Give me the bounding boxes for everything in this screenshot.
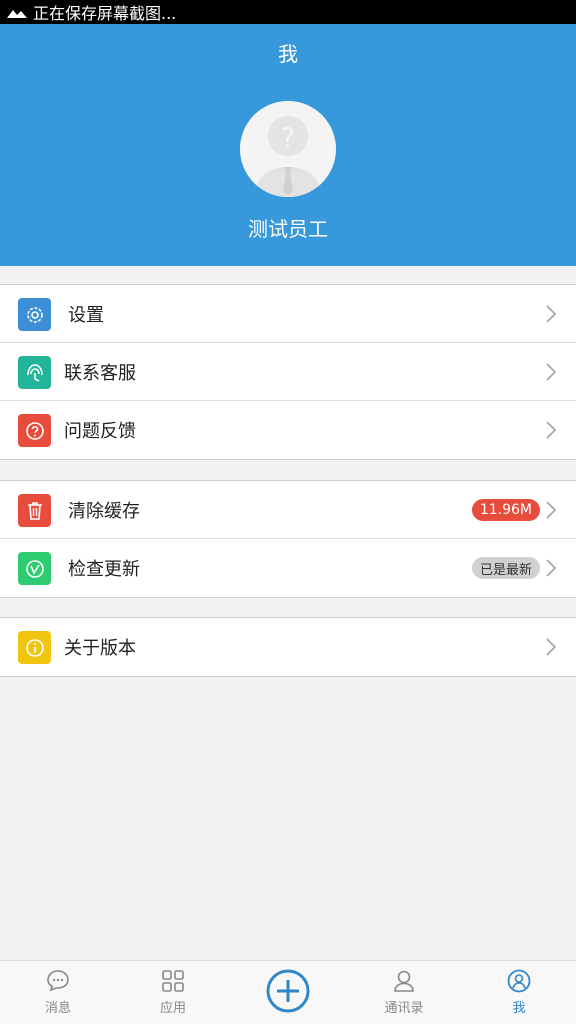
menu-group-1: 设置 联系客服 问题反馈: [0, 284, 576, 460]
tab-apps-label: 应用: [159, 1001, 186, 1016]
feedback-label: 问题反馈: [64, 421, 136, 442]
settings-row[interactable]: 设置: [0, 285, 576, 343]
profile-header: 我 ? 测试员工: [0, 24, 576, 266]
chevron-right-icon: [546, 363, 556, 381]
gear-icon: [18, 298, 51, 331]
default-avatar-icon: ?: [240, 101, 336, 197]
tab-contacts-label: 通讯录: [384, 1001, 424, 1016]
image-icon: [6, 5, 28, 19]
tab-messages[interactable]: 消息: [18, 961, 98, 1024]
check-update-row[interactable]: 检查更新 已是最新: [0, 539, 576, 597]
add-icon[interactable]: [266, 969, 310, 1013]
check-update-label: 检查更新: [68, 559, 140, 580]
tab-apps[interactable]: 应用: [133, 961, 213, 1024]
contact-support-row[interactable]: 联系客服: [0, 343, 576, 401]
user-name: 测试员工: [248, 217, 328, 241]
chevron-right-icon: [546, 638, 556, 656]
profile-icon: [507, 969, 531, 993]
menu-group-2: 清除缓存 11.96M 检查更新 已是最新: [0, 480, 576, 598]
svg-text:?: ?: [281, 121, 296, 154]
tab-me[interactable]: 我: [479, 961, 559, 1024]
avatar[interactable]: ?: [240, 101, 336, 197]
chevron-right-icon: [546, 559, 556, 577]
grid-icon: [162, 970, 184, 992]
bottom-tab-bar: 消息 应用 通讯录 我: [0, 960, 576, 1024]
status-text: 正在保存屏幕截图...: [33, 4, 177, 23]
chevron-right-icon: [546, 305, 556, 323]
update-status-badge: 已是最新: [471, 557, 540, 579]
info-icon: [18, 631, 51, 664]
feedback-row[interactable]: 问题反馈: [0, 401, 576, 459]
tab-messages-label: 消息: [44, 1001, 71, 1016]
clear-cache-label: 清除缓存: [68, 500, 140, 522]
headset-icon: [18, 356, 51, 389]
update-icon: [18, 552, 51, 585]
settings-label: 设置: [68, 304, 104, 326]
tab-contacts[interactable]: 通讯录: [364, 961, 444, 1024]
chevron-right-icon: [546, 421, 556, 439]
question-icon: [18, 414, 51, 447]
about-version-label: 关于版本: [64, 638, 136, 659]
clear-cache-row[interactable]: 清除缓存 11.96M: [0, 481, 576, 539]
trash-icon: [18, 494, 51, 527]
menu-group-3: 关于版本: [0, 617, 576, 677]
chat-icon: [47, 970, 69, 992]
contacts-icon: [394, 970, 414, 992]
about-version-row[interactable]: 关于版本: [0, 618, 576, 676]
page-title: 我: [278, 42, 298, 66]
contact-support-label: 联系客服: [64, 362, 136, 384]
status-bar: 正在保存屏幕截图...: [0, 0, 576, 24]
chevron-right-icon: [546, 501, 556, 519]
cache-size-badge: 11.96M: [471, 499, 540, 521]
tab-me-label: 我: [512, 1001, 526, 1016]
